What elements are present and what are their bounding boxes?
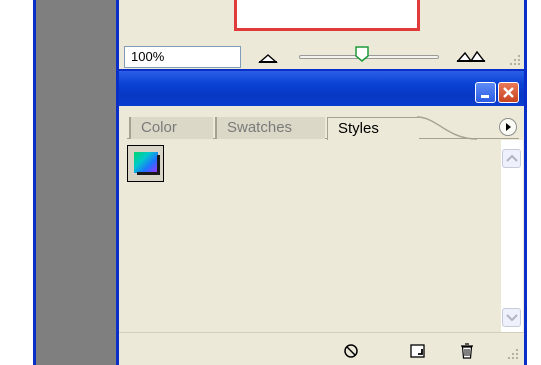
palette-titlebar[interactable] xyxy=(119,71,524,106)
zoom-out-icon[interactable] xyxy=(258,52,278,64)
styles-grid xyxy=(124,140,499,332)
palette-footer xyxy=(119,332,524,365)
workspace-background xyxy=(36,0,116,365)
style-swatch-preview xyxy=(134,152,158,173)
new-style-icon[interactable] xyxy=(409,342,427,360)
zoom-slider[interactable] xyxy=(299,46,439,62)
navigator-panel: 100% xyxy=(116,0,527,71)
navigator-preview[interactable] xyxy=(234,0,420,31)
minimize-icon[interactable] xyxy=(475,82,496,103)
zoom-in-icon[interactable] xyxy=(456,49,486,63)
tab-styles[interactable]: Styles xyxy=(327,117,419,140)
swatch-shadow xyxy=(137,172,159,175)
zoom-input[interactable]: 100% xyxy=(124,46,241,68)
scroll-up-button[interactable] xyxy=(502,149,521,168)
chevron-down-icon xyxy=(506,314,518,322)
clear-style-icon[interactable] xyxy=(342,342,360,360)
tab-curve xyxy=(417,116,477,140)
style-swatch[interactable] xyxy=(127,145,164,182)
tab-color[interactable]: Color xyxy=(129,117,213,139)
scroll-down-button[interactable] xyxy=(502,308,521,327)
zoom-slider-track xyxy=(299,55,439,59)
trash-icon[interactable] xyxy=(458,342,476,360)
styles-palette: Color Swatches Styles xyxy=(116,71,527,365)
palette-tabs: Color Swatches Styles xyxy=(119,106,524,140)
close-button[interactable] xyxy=(498,82,519,103)
close-icon xyxy=(503,87,514,98)
palette-menu-icon[interactable] xyxy=(499,118,517,136)
vertical-scrollbar[interactable] xyxy=(501,140,523,332)
resize-grip[interactable] xyxy=(508,53,522,67)
chevron-up-icon xyxy=(506,154,518,162)
zoom-slider-thumb[interactable] xyxy=(355,46,369,62)
resize-grip[interactable] xyxy=(506,347,520,361)
swatch-shadow-side xyxy=(157,155,160,175)
tab-swatches[interactable]: Swatches xyxy=(215,117,325,139)
